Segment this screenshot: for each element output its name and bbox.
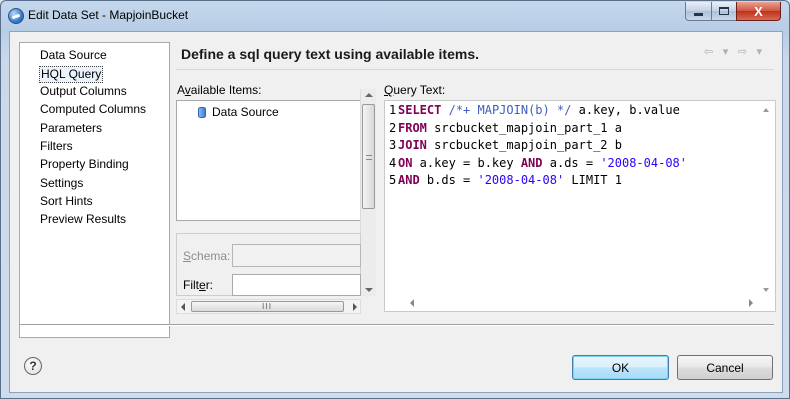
code-token: ON [398,155,413,170]
line-number: 3 [389,138,397,152]
filter-label: Filter: [183,278,214,292]
maximize-icon [719,7,729,15]
code-token: '2008-04-08' [477,173,565,187]
scroll-left-icon[interactable] [181,303,185,311]
nav-item-output-columns[interactable]: Output Columns [40,84,127,99]
nav-item-filters[interactable]: Filters [40,139,73,154]
dialog-window: Edit Data Set - MapjoinBucket X Data Sou… [0,0,790,399]
maximize-button[interactable] [711,2,737,21]
code-line[interactable]: 5 AND b.ds = '2008-04-08' LIMIT 1 [389,172,687,190]
code-line[interactable]: 3 JOIN srcbucket_mapjoin_part_2 b [389,137,687,155]
nav-item-sort-hints[interactable]: Sort Hints [40,194,93,209]
scroll-down-icon[interactable] [763,288,769,292]
filter-input[interactable] [232,274,361,296]
forward-menu-chevron-icon[interactable]: ▾ [756,45,765,58]
grip-icon: III [262,302,273,311]
nav-item-hql-query[interactable]: HQL Query [39,66,104,83]
code-token: a.key, b.value [571,103,680,117]
code-token: b.ds = [419,173,478,187]
schema-label: Schema: [183,249,231,263]
nav-item-settings[interactable]: Settings [40,176,83,191]
cancel-button[interactable]: Cancel [677,355,773,380]
code-token: '2008-04-08' [600,155,688,170]
available-items-tree[interactable]: Data Source [176,100,361,221]
code-token: srcbucket_mapjoin_part_1 a [426,120,622,135]
code-token: AND [398,173,420,187]
ok-button[interactable]: OK [572,355,669,380]
code-token: LIMIT 1 [564,173,622,187]
code-token: a.ds = [542,155,601,170]
help-icon[interactable]: ? [24,357,42,375]
grip-icon [366,155,372,160]
eclipse-app-icon [8,8,24,24]
query-text-label: Query Text: [384,83,446,97]
line-number: 4 [389,155,397,170]
query-text-editor[interactable]: 1 SELECT /*+ MAPJOIN(b) */ a.key, b.value… [384,100,776,312]
scroll-right-icon[interactable] [353,303,357,311]
horizontal-scrollbar-thumb[interactable]: III [191,301,344,312]
footer-divider [20,324,774,326]
line-number: 5 [389,173,397,187]
code-token: a.key = b.key [412,155,521,170]
close-icon: X [754,3,763,19]
left-panel-vertical-scrollbar[interactable] [360,89,376,296]
nav-item-parameters[interactable]: Parameters [40,121,102,136]
available-items-label: Available Items: [177,83,262,97]
minimize-button[interactable] [685,2,712,21]
left-panel-horizontal-scrollbar[interactable]: III [176,299,361,314]
code-line[interactable]: 4 ON a.key = b.key AND a.ds = '2008-04-08… [389,155,687,173]
dialog-body: Data Source HQL Query Output Columns Com… [9,31,783,393]
nav-item-computed-columns[interactable]: Computed Columns [40,102,146,117]
scroll-left-icon[interactable] [410,299,414,307]
code-token: srcbucket_mapjoin_part_2 b [426,138,622,152]
scroll-up-icon[interactable] [763,108,769,112]
code-token: JOIN [398,138,427,152]
nav-item-property-binding[interactable]: Property Binding [40,157,129,172]
page-navigation-list: Data Source HQL Query Output Columns Com… [19,42,170,338]
code-token: /*+ MAPJOIN(b) */ [448,103,572,117]
scroll-down-icon[interactable] [365,288,373,292]
tree-item-data-source[interactable]: Data Source [198,105,279,119]
nav-item-preview-results[interactable]: Preview Results [40,212,126,227]
forward-arrow-icon[interactable]: ⇨ [738,45,750,58]
code-token: AND [520,155,543,170]
line-number: 1 [389,103,397,117]
code-line[interactable]: 2 FROM srcbucket_mapjoin_part_1 a [389,120,687,138]
query-code[interactable]: 1 SELECT /*+ MAPJOIN(b) */ a.key, b.value… [389,102,687,190]
scroll-up-icon[interactable] [365,93,373,97]
line-number: 2 [389,120,397,135]
scrollbar-thumb[interactable] [362,104,375,209]
nav-item-data-source[interactable]: Data Source [40,48,107,63]
code-token: FROM [398,120,427,135]
database-icon [198,106,206,118]
close-button[interactable]: X [736,2,781,21]
editor-horizontal-scrollbar[interactable] [385,295,775,311]
page-title: Define a sql query text using available … [181,46,479,62]
code-line[interactable]: 1 SELECT /*+ MAPJOIN(b) */ a.key, b.value [389,102,687,120]
window-title: Edit Data Set - MapjoinBucket [28,8,189,22]
editor-vertical-scrollbar[interactable] [759,101,775,296]
history-controls: ⇦ ▾ ⇨ ▾ [704,45,765,58]
schema-combo [232,244,361,267]
minimize-icon [694,12,703,16]
back-arrow-icon[interactable]: ⇦ [704,45,716,58]
header-divider [176,69,774,70]
back-menu-chevron-icon[interactable]: ▾ [723,45,732,58]
code-token: SELECT [398,103,442,117]
scroll-right-icon[interactable] [749,299,753,307]
title-bar[interactable]: Edit Data Set - MapjoinBucket X [1,1,789,31]
